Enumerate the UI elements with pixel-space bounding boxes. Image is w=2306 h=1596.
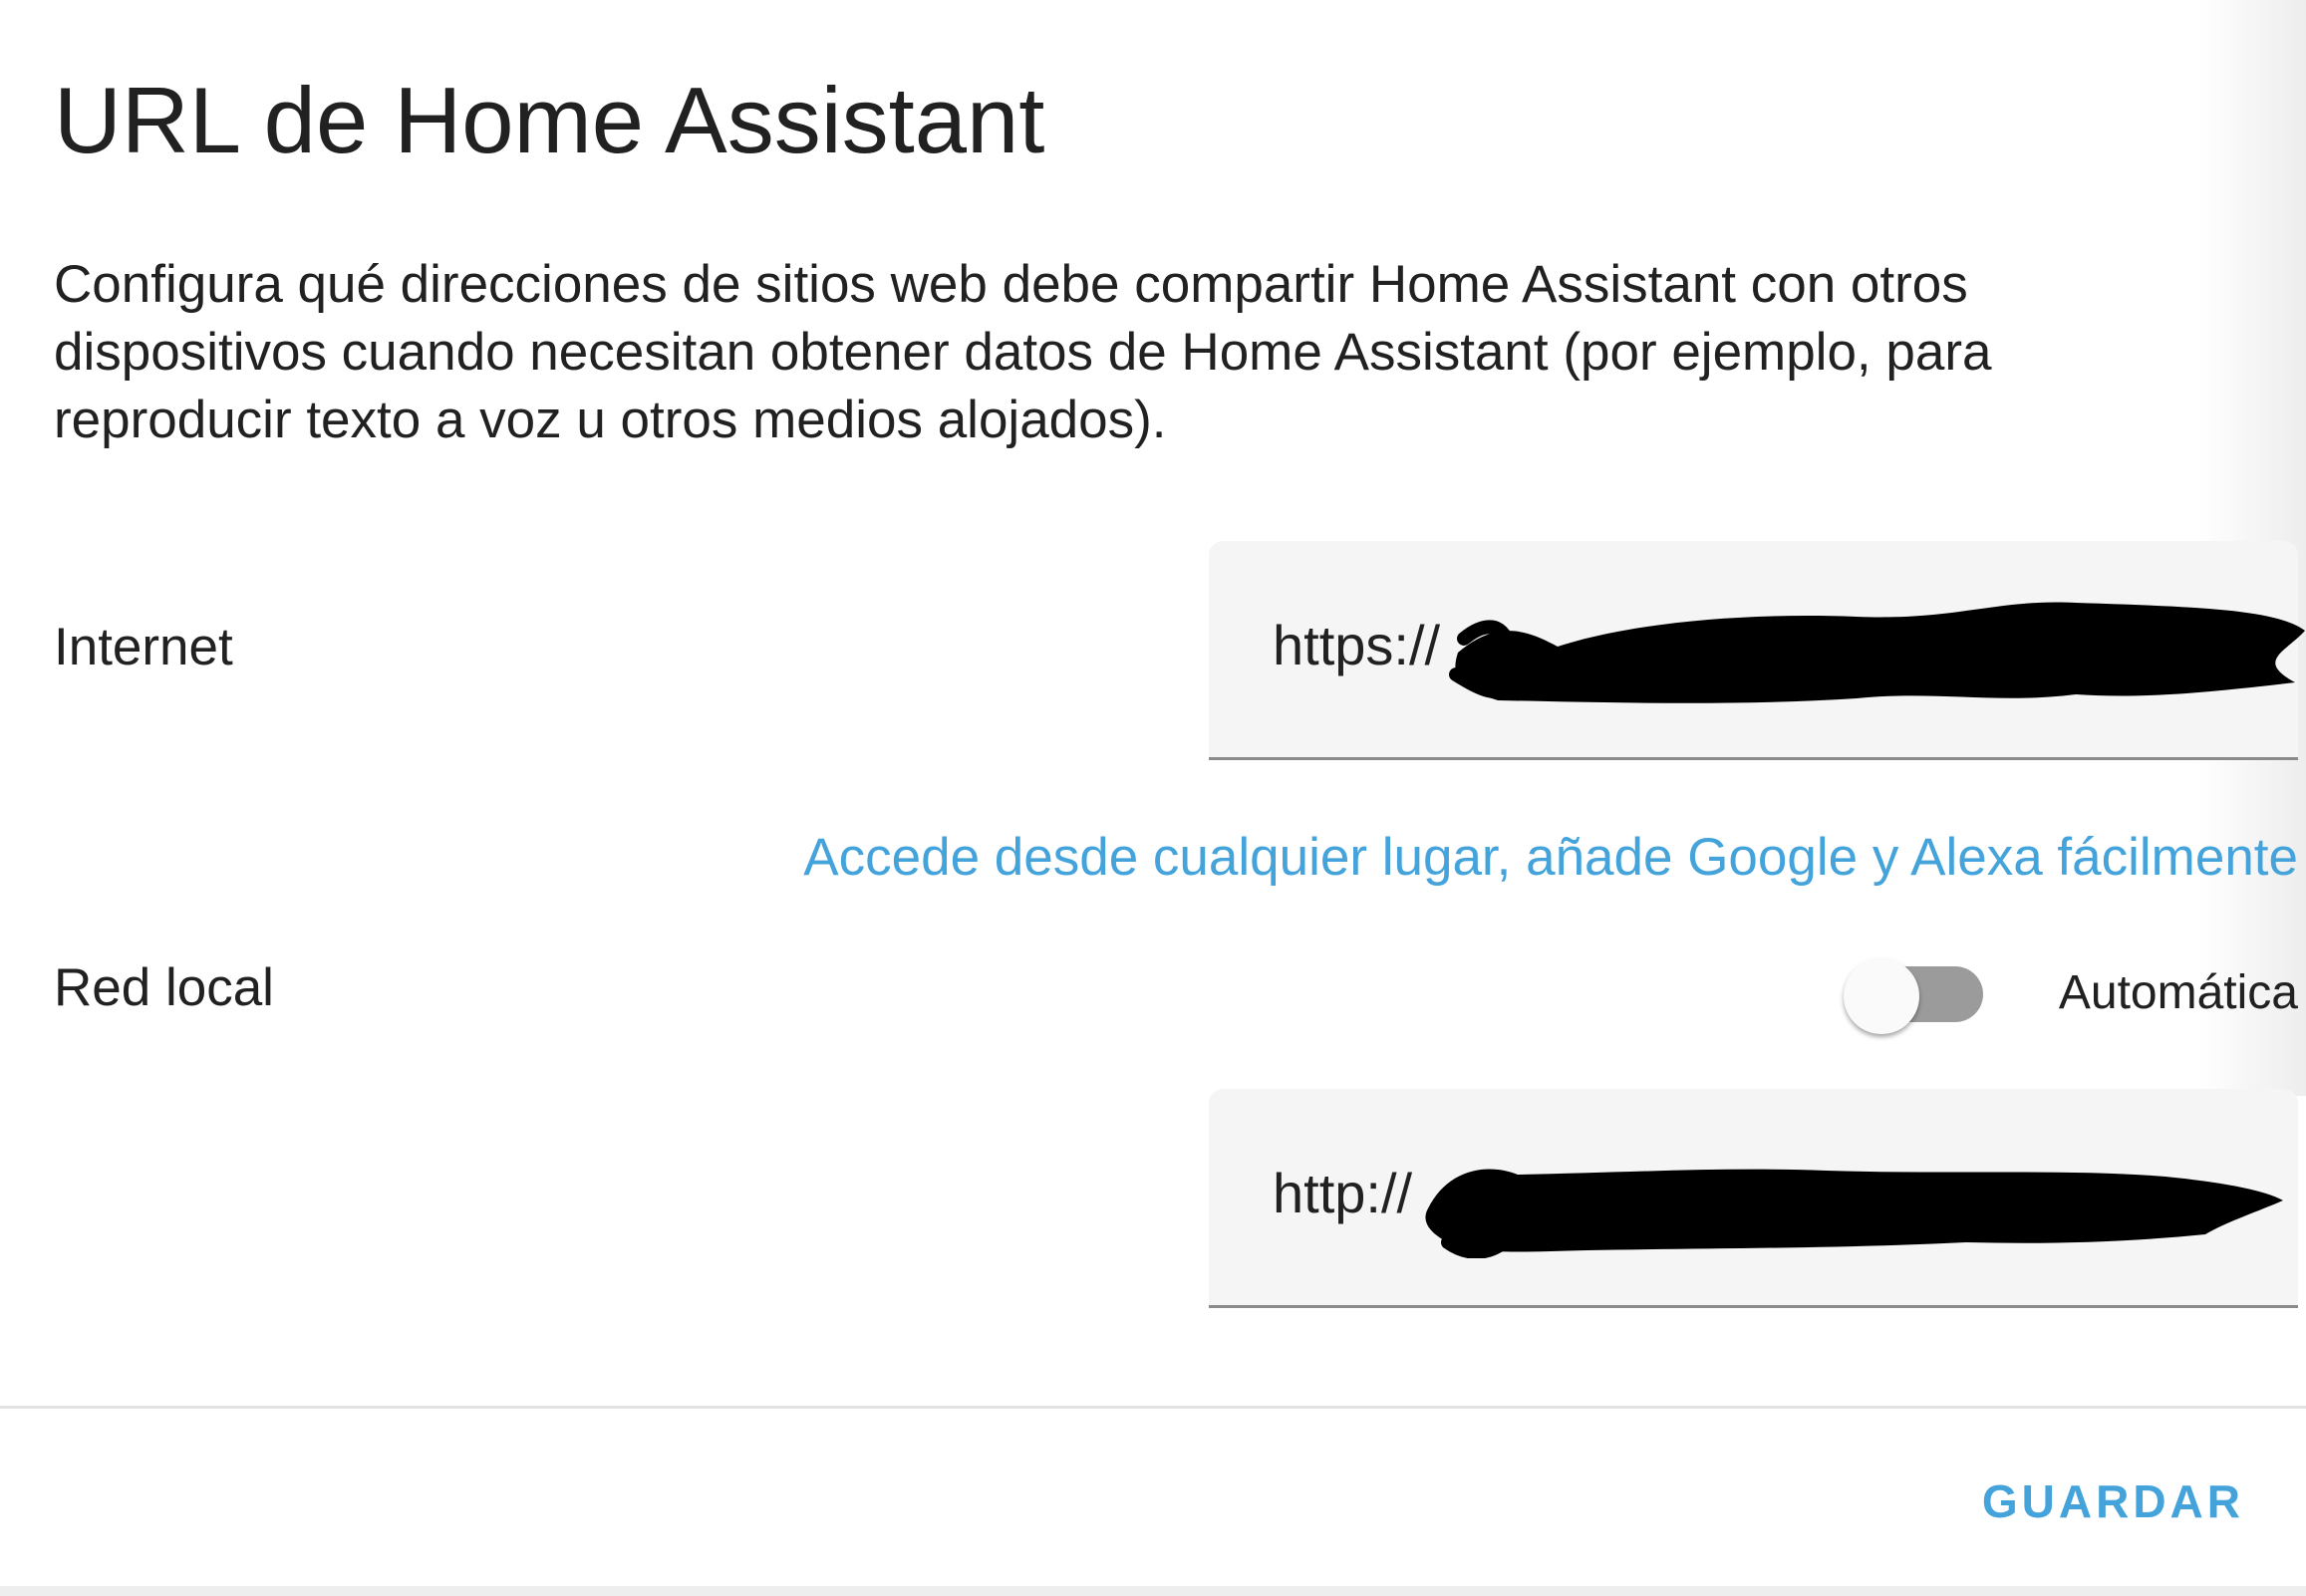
local-network-label: Red local — [54, 958, 274, 1017]
local-url-value: http:// — [1273, 1162, 1413, 1224]
card-title: URL de Home Assistant — [54, 68, 1045, 172]
redaction-scribble — [1449, 602, 2305, 703]
cloud-promo-link[interactable]: Accede desde cualquier lugar, añade Goog… — [803, 823, 2298, 893]
internet-label: Internet — [54, 618, 233, 676]
url-settings-card: URL de Home Assistant Configura qué dire… — [0, 0, 2306, 1596]
actions-divider — [0, 1406, 2306, 1409]
toggle-thumb — [1844, 958, 1919, 1034]
local-url-field[interactable]: http:// — [1209, 1089, 2298, 1308]
card-description: Configura qué direcciones de sitios web … — [54, 255, 1992, 449]
automatic-toggle[interactable] — [1844, 958, 1993, 1034]
save-button[interactable]: GUARDAR — [1966, 1466, 2260, 1536]
internet-url-field[interactable]: https:// — [1209, 541, 2305, 760]
redaction-scribble — [1425, 1169, 2283, 1258]
card-bottom-edge — [0, 1586, 2306, 1596]
automatic-toggle-label: Automática — [2058, 966, 2298, 1019]
internet-url-value: https:// — [1273, 614, 1441, 676]
